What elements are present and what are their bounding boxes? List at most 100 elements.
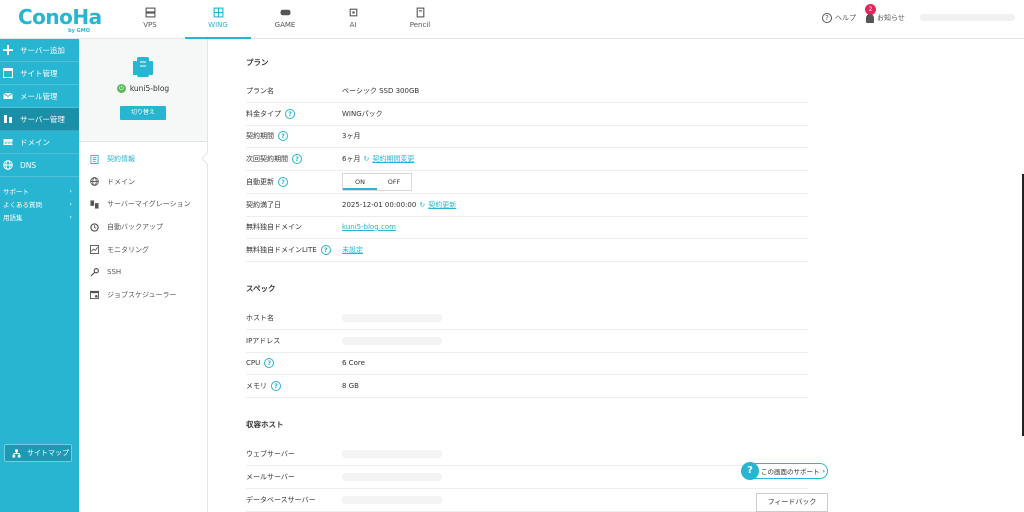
feedback-button[interactable]: フィードバック [756, 493, 828, 512]
row-label: プラン名 [246, 86, 274, 95]
row-label: ホスト名 [246, 313, 274, 322]
sidebar-item-label: サイト管理 [20, 68, 58, 78]
question-icon[interactable]: ? [292, 153, 302, 164]
hidden-value [342, 472, 442, 481]
subnav-item-scheduler[interactable]: ジョブスケジューラー [79, 284, 207, 307]
sidebar-link-faq[interactable]: よくある質問 › [0, 197, 79, 210]
subnav-item-monitoring[interactable]: モニタリング [79, 238, 207, 261]
row-end-date: 契約満了日 2025-12-01 00:00:00 ↻ 契約更新 [246, 194, 808, 217]
sidebar-item-server-manage[interactable]: サーバー管理 [0, 108, 79, 131]
row-web-server: ウェブサーバー [246, 443, 808, 466]
tab-ai[interactable]: AI [320, 0, 386, 39]
conoha-logo[interactable]: ConoHa by GMO [18, 7, 102, 34]
subnav-item-ssh[interactable]: SSH [79, 261, 207, 284]
sidebar-item-domain[interactable]: www ドメイン [0, 131, 79, 154]
subnav-item-label: ジョブスケジューラー [107, 290, 177, 299]
sidebar-link-glossary[interactable]: 用語集 › [0, 210, 79, 223]
domain-icon: www [3, 139, 13, 145]
tab-game-label: GAME [274, 21, 296, 29]
question-icon[interactable]: ? [278, 176, 288, 187]
tab-ai-label: AI [349, 21, 357, 29]
row-free-domain-lite: 無料独自ドメインLITE? 未設定 [246, 239, 808, 262]
bell-icon [866, 13, 874, 23]
key-icon [90, 267, 99, 277]
row-label: ウェブサーバー [246, 449, 295, 458]
row-term: 契約期間? 3ヶ月 [246, 125, 808, 148]
subnav-item-label: 契約情報 [107, 155, 135, 164]
free-domain-link[interactable]: kuni5-blog.com [342, 223, 396, 231]
tab-pencil-label: Pencil [409, 21, 431, 29]
sidebar-item-label: DNS [20, 160, 37, 170]
notice-preview-blurred [920, 14, 1015, 21]
subnav-item-migration[interactable]: サーバーマイグレーション [79, 193, 207, 216]
question-icon[interactable]: ? [320, 244, 331, 255]
row-value: ベーシック SSD 300GB [342, 86, 420, 95]
subnav-item-label: 自動バックアップ [107, 223, 163, 232]
sidebar-item-mail[interactable]: メール管理 [0, 85, 79, 108]
row-ip: IPアドレス [246, 330, 808, 353]
power-status-icon: ⏻ [116, 84, 126, 93]
sidebar-link-label: サポート [3, 187, 29, 196]
renew-contract-link[interactable]: 契約更新 [428, 200, 456, 210]
account-name: kuni5-blog [129, 84, 170, 93]
row-label: データベースサーバー [246, 495, 316, 504]
main-content: プラン プラン名 ベーシック SSD 300GB 料金タイプ? WINGパック … [208, 39, 1024, 512]
row-value: WINGパック [342, 109, 383, 118]
mail-icon [3, 92, 13, 99]
sidebar-item-label: サーバー追加 [20, 45, 65, 55]
row-cpu: CPU? 6 Core [246, 352, 808, 375]
row-value: 8 GB [342, 381, 359, 390]
screen-support-button[interactable]: ? この画面のサポート › [741, 462, 828, 480]
screen-support-label: この画面のサポート [761, 468, 820, 476]
tab-vps[interactable]: VPS [117, 0, 183, 39]
subnav-item-label: サーバーマイグレーション [107, 200, 191, 209]
ai-icon [349, 8, 357, 17]
question-icon: ? [822, 13, 832, 23]
plus-icon [3, 45, 13, 55]
globe-icon [3, 160, 13, 170]
row-label: メモリ [246, 381, 267, 390]
subnav-item-backup[interactable]: 自動バックアップ [79, 216, 207, 239]
sitemap-button[interactable]: サイトマップ [4, 444, 72, 462]
sidebar-link-support[interactable]: サポート › [0, 184, 79, 197]
row-next-term: 次回契約期間? 6ヶ月 ↻ 契約期間変更 [246, 148, 808, 171]
server-icon [133, 57, 153, 77]
server-manage-icon [4, 115, 12, 123]
row-label: 料金タイプ [246, 109, 281, 118]
tab-pencil[interactable]: Pencil [387, 0, 453, 39]
notice-link[interactable]: お知らせ [866, 13, 905, 23]
free-domain-lite-link[interactable]: 未設定 [342, 245, 363, 255]
switch-account-button[interactable]: 切り替え [120, 106, 166, 120]
chevron-right-icon: › [69, 212, 72, 221]
subnav-item-domain[interactable]: ドメイン [79, 171, 207, 194]
question-icon[interactable]: ? [264, 357, 275, 368]
calendar-icon [90, 291, 99, 300]
auto-renew-off-button[interactable]: OFF [377, 174, 411, 191]
sidebar-item-dns[interactable]: DNS [0, 154, 79, 177]
sidebar-item-add-server[interactable]: サーバー追加 [0, 39, 79, 62]
row-label: メールサーバー [246, 472, 295, 481]
help-link[interactable]: ? ヘルプ [822, 13, 856, 23]
section-title-hosts: 収容ホスト [246, 420, 284, 429]
tab-vps-label: VPS [143, 21, 157, 29]
question-icon[interactable]: ? [278, 130, 288, 141]
refresh-icon: ↻ [363, 154, 370, 163]
tab-wing[interactable]: WING [185, 0, 251, 40]
subnav-item-contract[interactable]: 契約情報 [79, 148, 207, 171]
auto-renew-toggle[interactable]: ON OFF [342, 173, 412, 192]
auto-renew-on-button[interactable]: ON [343, 174, 377, 191]
change-term-link[interactable]: 契約期間変更 [372, 154, 414, 164]
row-value: 6 Core [342, 358, 365, 367]
sidebar-item-site[interactable]: サイト管理 [0, 62, 79, 85]
question-icon[interactable]: ? [285, 108, 295, 119]
section-title-spec: スペック [246, 284, 276, 293]
row-db-server: データベースサーバー [246, 489, 808, 512]
contract-icon [90, 154, 99, 164]
gamepad-icon [280, 9, 290, 16]
top-bar: ConoHa by GMO VPS WING GAME AI Pencil ? … [0, 0, 1024, 40]
question-icon[interactable]: ? [271, 380, 281, 391]
notice-label: お知らせ [877, 14, 905, 22]
sitemap-label: サイトマップ [27, 449, 69, 457]
chevron-right-icon: › [69, 186, 72, 195]
tab-game[interactable]: GAME [252, 0, 318, 39]
